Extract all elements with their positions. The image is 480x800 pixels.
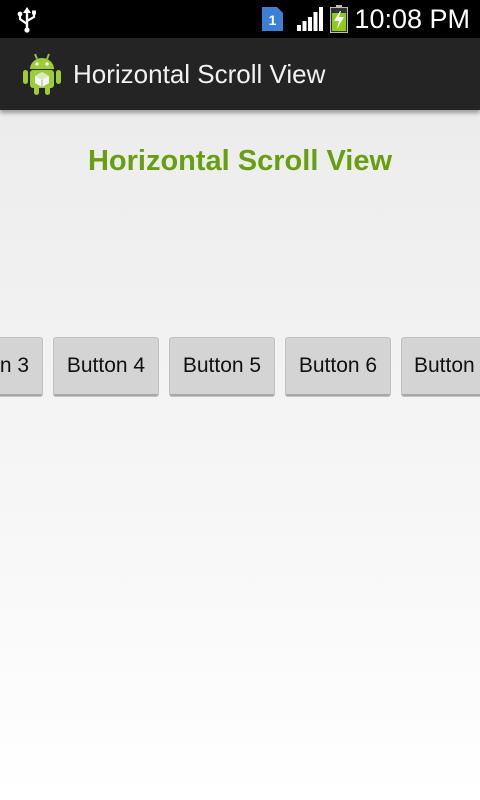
button-4[interactable]: Button 4 <box>54 338 158 396</box>
status-clock: 10:08 PM <box>354 4 470 34</box>
battery-charging-icon <box>330 5 348 33</box>
page-heading: Horizontal Scroll View <box>87 145 393 177</box>
sim-icon: 1 <box>262 7 283 31</box>
button-3[interactable]: Button 3 <box>0 338 42 396</box>
main-content: Horizontal Scroll View Button 3 Button 4… <box>0 110 480 800</box>
button-6[interactable]: Button 6 <box>286 338 390 396</box>
usb-icon <box>17 7 36 33</box>
app-title: Horizontal Scroll View <box>73 59 326 89</box>
action-bar: Horizontal Scroll View <box>0 38 480 110</box>
horizontal-scroll-view[interactable]: Button 3 Button 4 Button 5 Button 6 Butt… <box>0 335 480 399</box>
button-5[interactable]: Button 5 <box>170 338 274 396</box>
signal-icon <box>297 7 323 31</box>
sim-number: 1 <box>269 12 277 28</box>
button-7[interactable]: Button 7 <box>402 338 480 396</box>
android-robot-icon[interactable] <box>22 52 62 96</box>
button-row: Button 3 Button 4 Button 5 Button 6 Butt… <box>0 338 480 396</box>
status-bar: 1 10:08 PM <box>0 0 480 38</box>
